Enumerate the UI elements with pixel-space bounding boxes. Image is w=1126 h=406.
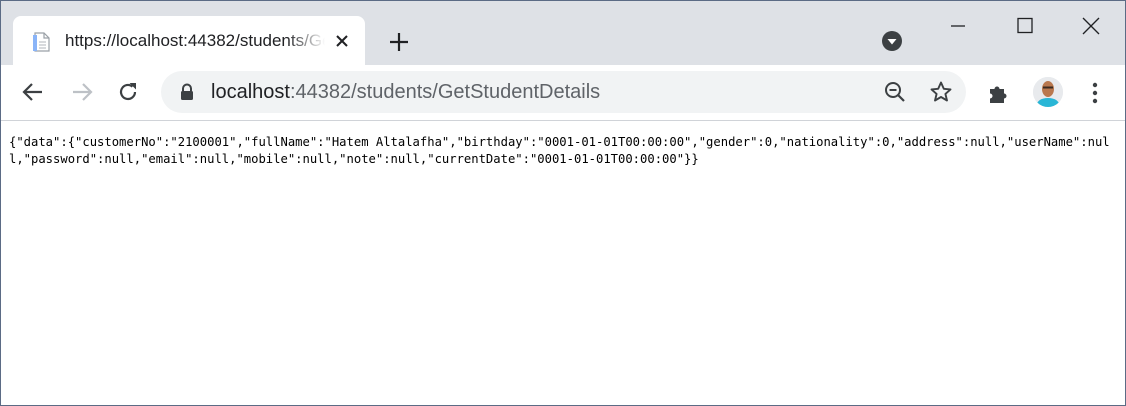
- url-text[interactable]: localhost:44382/students/GetStudentDetai…: [211, 81, 600, 104]
- reload-icon[interactable]: [115, 79, 141, 105]
- tab-search-icon[interactable]: [881, 30, 903, 52]
- close-icon[interactable]: [1079, 14, 1103, 38]
- kebab-menu-icon[interactable]: [1083, 80, 1107, 106]
- browser-window: https://localhost:44382/students/GetStud…: [0, 0, 1126, 406]
- tab-close-icon[interactable]: [331, 30, 353, 52]
- minimize-icon[interactable]: [945, 15, 971, 37]
- json-response-text: {"data":{"customerNo":"2100001","fullNam…: [9, 135, 1110, 166]
- new-tab-plus-icon[interactable]: [386, 29, 412, 55]
- star-icon[interactable]: [929, 80, 953, 104]
- tab-title: https://localhost:44382/students/GetStud…: [65, 31, 325, 50]
- active-tab[interactable]: https://localhost:44382/students/GetStud…: [13, 16, 365, 66]
- tab-strip: https://localhost:44382/students/GetStud…: [1, 1, 1125, 66]
- browser-toolbar: localhost:44382/students/GetStudentDetai…: [1, 65, 1125, 121]
- url-path: :44382/students/GetStudentDetails: [289, 81, 601, 103]
- zoom-out-icon[interactable]: [883, 80, 907, 104]
- arrow-right-icon[interactable]: [69, 79, 95, 105]
- address-bar[interactable]: localhost:44382/students/GetStudentDetai…: [161, 71, 966, 113]
- lock-icon[interactable]: [179, 83, 195, 101]
- maximize-icon[interactable]: [1013, 15, 1037, 37]
- arrow-left-icon[interactable]: [20, 79, 46, 105]
- url-host: localhost: [211, 81, 290, 103]
- avatar[interactable]: [1033, 77, 1063, 107]
- document-icon: [33, 32, 51, 52]
- puzzle-icon[interactable]: [986, 80, 1012, 106]
